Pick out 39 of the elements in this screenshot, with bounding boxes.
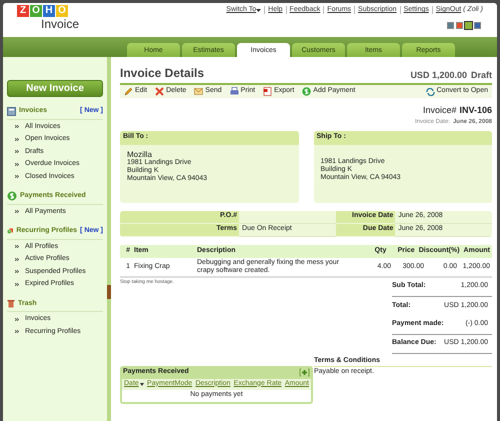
double-chevron-icon [15,318,19,321]
pencil-icon [124,87,133,96]
double-chevron-icon [15,125,19,128]
double-chevron-icon [15,270,19,274]
page-title: Invoice Details [120,65,204,82]
printer-icon [230,87,239,96]
theme-swatch[interactable] [465,22,472,28]
trash-icon [7,299,15,308]
double-chevron-icon [15,150,19,154]
invoice-total: USD 1,200.00 [410,68,467,82]
sidebar-splitter[interactable] [107,57,111,421]
dollar-icon [7,191,17,202]
invoice-number: INV-106 [459,104,492,117]
status-label: Draft [470,68,492,82]
double-chevron-icon [15,258,19,261]
pdf-document-icon [263,87,272,96]
double-chevron-icon [15,330,19,334]
theme-swatch[interactable] [456,22,463,28]
double-chevron-icon [15,162,19,166]
refresh-arrows-icon [426,88,435,96]
double-chevron-icon [15,282,19,286]
double-chevron-icon [15,175,19,178]
dollar-icon [302,87,312,96]
theme-swatch[interactable] [474,22,481,28]
zoho-logo: Z O H O [17,5,80,17]
customer-name: Mozilla [127,150,152,158]
caret-icon [140,382,144,386]
double-chevron-icon [15,245,19,248]
product-name: Invoice [41,18,80,30]
envelope-icon [194,87,204,96]
cross-icon [155,87,164,96]
double-chevron-icon [15,138,19,141]
invoice-number-label: Invoice# [422,104,456,117]
document-icon [7,106,16,116]
add-icon[interactable] [299,368,310,376]
double-chevron-icon [15,210,19,214]
caret-icon [256,8,262,12]
clock-calendar-icon [7,226,14,236]
theme-swatch[interactable] [447,22,454,28]
